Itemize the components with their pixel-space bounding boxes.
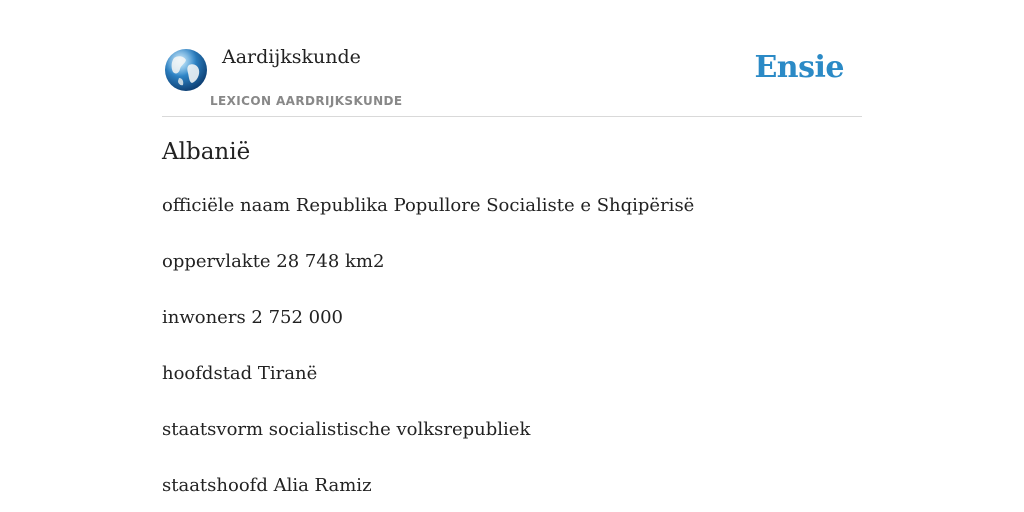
fact-population: inwoners 2 752 000 (162, 307, 344, 328)
fact-capital: hoofdstad Tiranë (162, 363, 318, 384)
site-title[interactable]: Aardijkskunde (222, 46, 361, 68)
entry-title: Albanië (162, 139, 251, 165)
globe-icon[interactable] (164, 48, 208, 92)
fact-government: staatsvorm socialistische volksrepubliek (162, 419, 531, 440)
fact-head-of-state: staatshoofd Alia Ramiz (162, 475, 372, 496)
site-subtitle: LEXICON AARDRIJKSKUNDE (210, 94, 403, 108)
facts-list: officiële naam Republika Popullore Socia… (162, 192, 694, 512)
header: Aardijkskunde LEXICON AARDRIJKSKUNDE Ens… (162, 0, 862, 117)
fact-area: oppervlakte 28 748 km2 (162, 251, 385, 272)
fact-official-name: officiële naam Republika Popullore Socia… (162, 195, 695, 216)
page: Aardijkskunde LEXICON AARDRIJKSKUNDE Ens… (162, 0, 862, 512)
brand-logo[interactable]: Ensie (754, 50, 844, 85)
